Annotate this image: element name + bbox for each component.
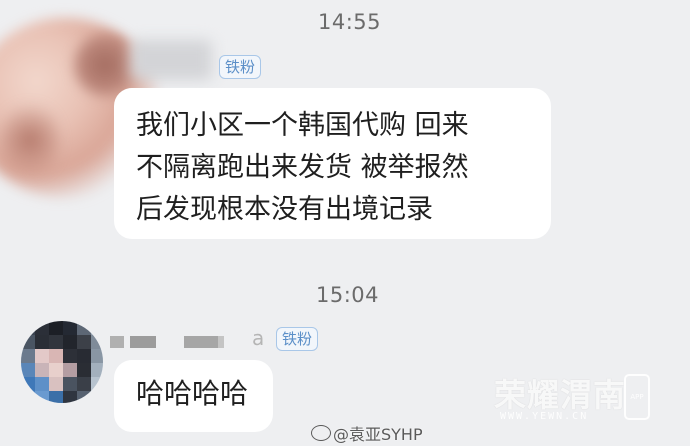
sender-1-avatar-detail-2 (0, 100, 60, 180)
fan-badge-1: 铁粉 (219, 55, 262, 79)
sender-2-avatar[interactable] (21, 321, 103, 403)
watermark-app-label: APP (630, 393, 644, 401)
fan-badge-2: 铁粉 (276, 327, 319, 351)
timestamp-2: 15:04 (316, 283, 380, 307)
message-bubble-1[interactable]: 我们小区一个韩国代购 回来 不隔离跑出来发货 被举报然 后发现根本没有出境记录 (114, 88, 551, 239)
weibo-watermark: @袁亚SYHP (311, 421, 423, 445)
message-1-line-1: 我们小区一个韩国代购 回来 (136, 110, 469, 141)
sender-2-name-tail: a (252, 326, 265, 350)
watermark-url: WWW.YEWN.CN (500, 411, 589, 422)
message-1-line-3: 后发现根本没有出境记录 (136, 194, 433, 225)
message-1-line-2: 不隔离跑出来发货 被举报然 (136, 152, 469, 183)
phone-app-icon: APP (624, 374, 650, 420)
weibo-logo-icon (311, 425, 331, 441)
sender-1-name-blurred (130, 40, 212, 80)
weibo-handle: @袁亚SYHP (333, 425, 423, 444)
message-2-text: 哈哈哈哈 (136, 377, 249, 410)
message-bubble-2[interactable]: 哈哈哈哈 (114, 360, 273, 432)
timestamp-1: 14:55 (318, 10, 382, 34)
watermark-logo-text: 荣耀渭南 (494, 376, 627, 414)
